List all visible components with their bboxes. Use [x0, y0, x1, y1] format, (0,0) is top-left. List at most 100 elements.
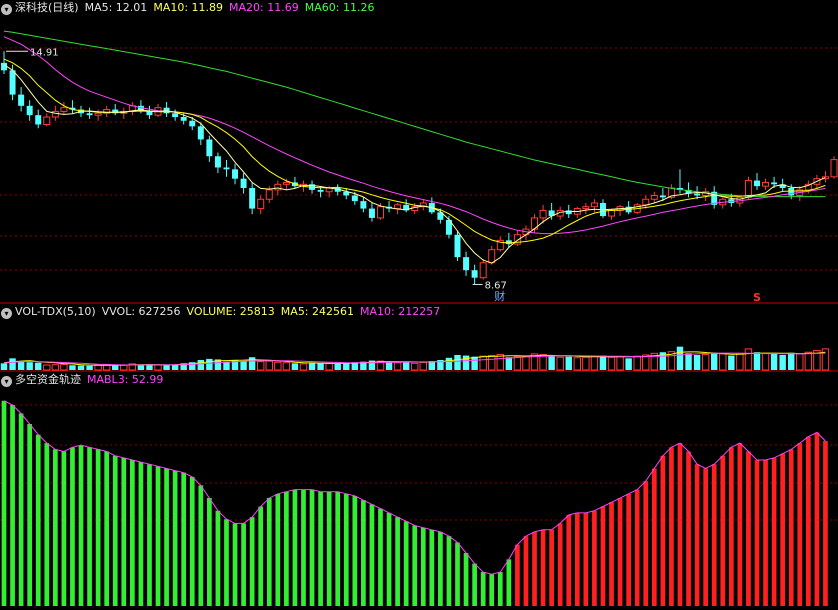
candle[interactable]	[26, 105, 33, 116]
volume-bar[interactable]	[325, 363, 333, 371]
volume-bar[interactable]	[248, 357, 256, 370]
volume-bar[interactable]	[419, 361, 427, 371]
candle[interactable]	[197, 126, 204, 140]
volume-bar[interactable]	[788, 352, 795, 370]
volume-bar[interactable]	[17, 361, 25, 370]
volume-bar[interactable]	[625, 358, 632, 370]
volume-bar[interactable]	[548, 356, 555, 370]
volume-bar[interactable]	[573, 357, 582, 371]
candle[interactable]	[240, 178, 247, 189]
volume-bar[interactable]	[197, 360, 205, 370]
candle[interactable]	[86, 113, 93, 116]
volume-bar[interactable]	[479, 355, 487, 371]
volume-bar[interactable]	[454, 355, 461, 370]
candle[interactable]	[317, 189, 324, 192]
volume-bar[interactable]	[112, 365, 119, 370]
volume-bar[interactable]	[282, 362, 291, 371]
volume-bar[interactable]	[385, 362, 393, 370]
candle[interactable]	[762, 181, 770, 187]
volume-bar[interactable]	[770, 353, 778, 370]
volume-bar[interactable]	[60, 363, 68, 371]
volume-bar[interactable]	[94, 364, 102, 371]
volume-bar[interactable]	[274, 361, 282, 371]
volume-bar[interactable]	[488, 355, 496, 371]
volume-title[interactable]: VOL-TDX(5,10)	[15, 305, 96, 318]
volume-bar[interactable]	[206, 358, 213, 370]
candle[interactable]	[368, 208, 375, 218]
candle[interactable]	[471, 270, 478, 278]
candle[interactable]	[18, 94, 25, 106]
candle[interactable]	[360, 201, 367, 209]
volume-bar[interactable]	[701, 353, 710, 371]
candle[interactable]	[214, 156, 221, 168]
volume-panel[interactable]	[0, 346, 830, 371]
volume-bar[interactable]	[693, 355, 701, 370]
volume-bar[interactable]	[599, 355, 607, 370]
volume-bar[interactable]	[796, 353, 804, 371]
candle[interactable]	[642, 198, 650, 206]
indicator-panel[interactable]	[1, 400, 828, 606]
volume-bar[interactable]	[86, 365, 93, 370]
volume-bar[interactable]	[616, 356, 624, 371]
volume-bar[interactable]	[308, 362, 316, 370]
volume-bar[interactable]	[77, 365, 85, 370]
candle[interactable]	[206, 139, 213, 157]
candle[interactable]	[351, 195, 358, 202]
volume-bar[interactable]	[291, 363, 299, 370]
candle[interactable]	[753, 180, 760, 187]
candle[interactable]	[189, 120, 196, 127]
candle[interactable]	[35, 115, 42, 125]
candle[interactable]	[257, 198, 265, 210]
candle[interactable]	[771, 182, 778, 185]
candle[interactable]	[608, 209, 616, 217]
volume-bar[interactable]	[753, 352, 761, 370]
volume-bar[interactable]	[710, 352, 718, 370]
candle[interactable]	[9, 70, 16, 95]
candle[interactable]	[744, 180, 752, 198]
volume-bar[interactable]	[35, 362, 42, 370]
volume-bar[interactable]	[26, 362, 33, 370]
candle[interactable]	[232, 169, 239, 179]
volume-bar[interactable]	[676, 346, 684, 370]
volume-bar[interactable]	[779, 355, 786, 370]
candle[interactable]	[650, 195, 658, 200]
candle[interactable]	[60, 107, 68, 112]
volume-bar[interactable]	[462, 355, 470, 370]
volume-bar[interactable]	[223, 361, 230, 370]
stock-title[interactable]: 深科技(日线)	[15, 1, 79, 14]
volume-bar[interactable]	[9, 358, 16, 370]
volume-bar[interactable]	[69, 365, 76, 370]
candle[interactable]	[172, 113, 179, 118]
candle[interactable]	[223, 167, 230, 170]
candle[interactable]	[43, 116, 51, 125]
volume-bar[interactable]	[120, 364, 128, 371]
candle[interactable]	[582, 206, 590, 210]
volume-bar[interactable]	[137, 364, 145, 370]
candle[interactable]	[180, 117, 187, 121]
volume-bar[interactable]	[299, 363, 308, 371]
volume-bar[interactable]	[317, 363, 324, 370]
candle[interactable]	[282, 181, 290, 185]
candle[interactable]	[249, 188, 256, 209]
volume-bar[interactable]	[565, 356, 572, 370]
candle[interactable]	[590, 202, 598, 208]
volume-bar[interactable]	[163, 365, 170, 370]
price-panel[interactable]	[1, 30, 838, 285]
sell-marker[interactable]: S	[753, 291, 761, 304]
candle[interactable]	[659, 195, 666, 198]
candle[interactable]	[505, 240, 512, 245]
volume-bar[interactable]	[265, 360, 273, 371]
volume-bar[interactable]	[522, 355, 530, 371]
candle[interactable]	[830, 159, 838, 178]
candle[interactable]	[694, 193, 701, 196]
volume-bar[interactable]	[642, 354, 650, 371]
candle[interactable]	[479, 262, 487, 279]
candle[interactable]	[274, 183, 282, 191]
finance-marker[interactable]: 财	[494, 289, 505, 303]
volume-bar[interactable]	[445, 357, 453, 370]
volume-bar[interactable]	[51, 364, 60, 371]
volume-bar[interactable]	[411, 362, 419, 371]
volume-bar[interactable]	[43, 364, 51, 371]
volume-bar[interactable]	[256, 361, 265, 371]
volume-bar[interactable]	[685, 353, 692, 370]
